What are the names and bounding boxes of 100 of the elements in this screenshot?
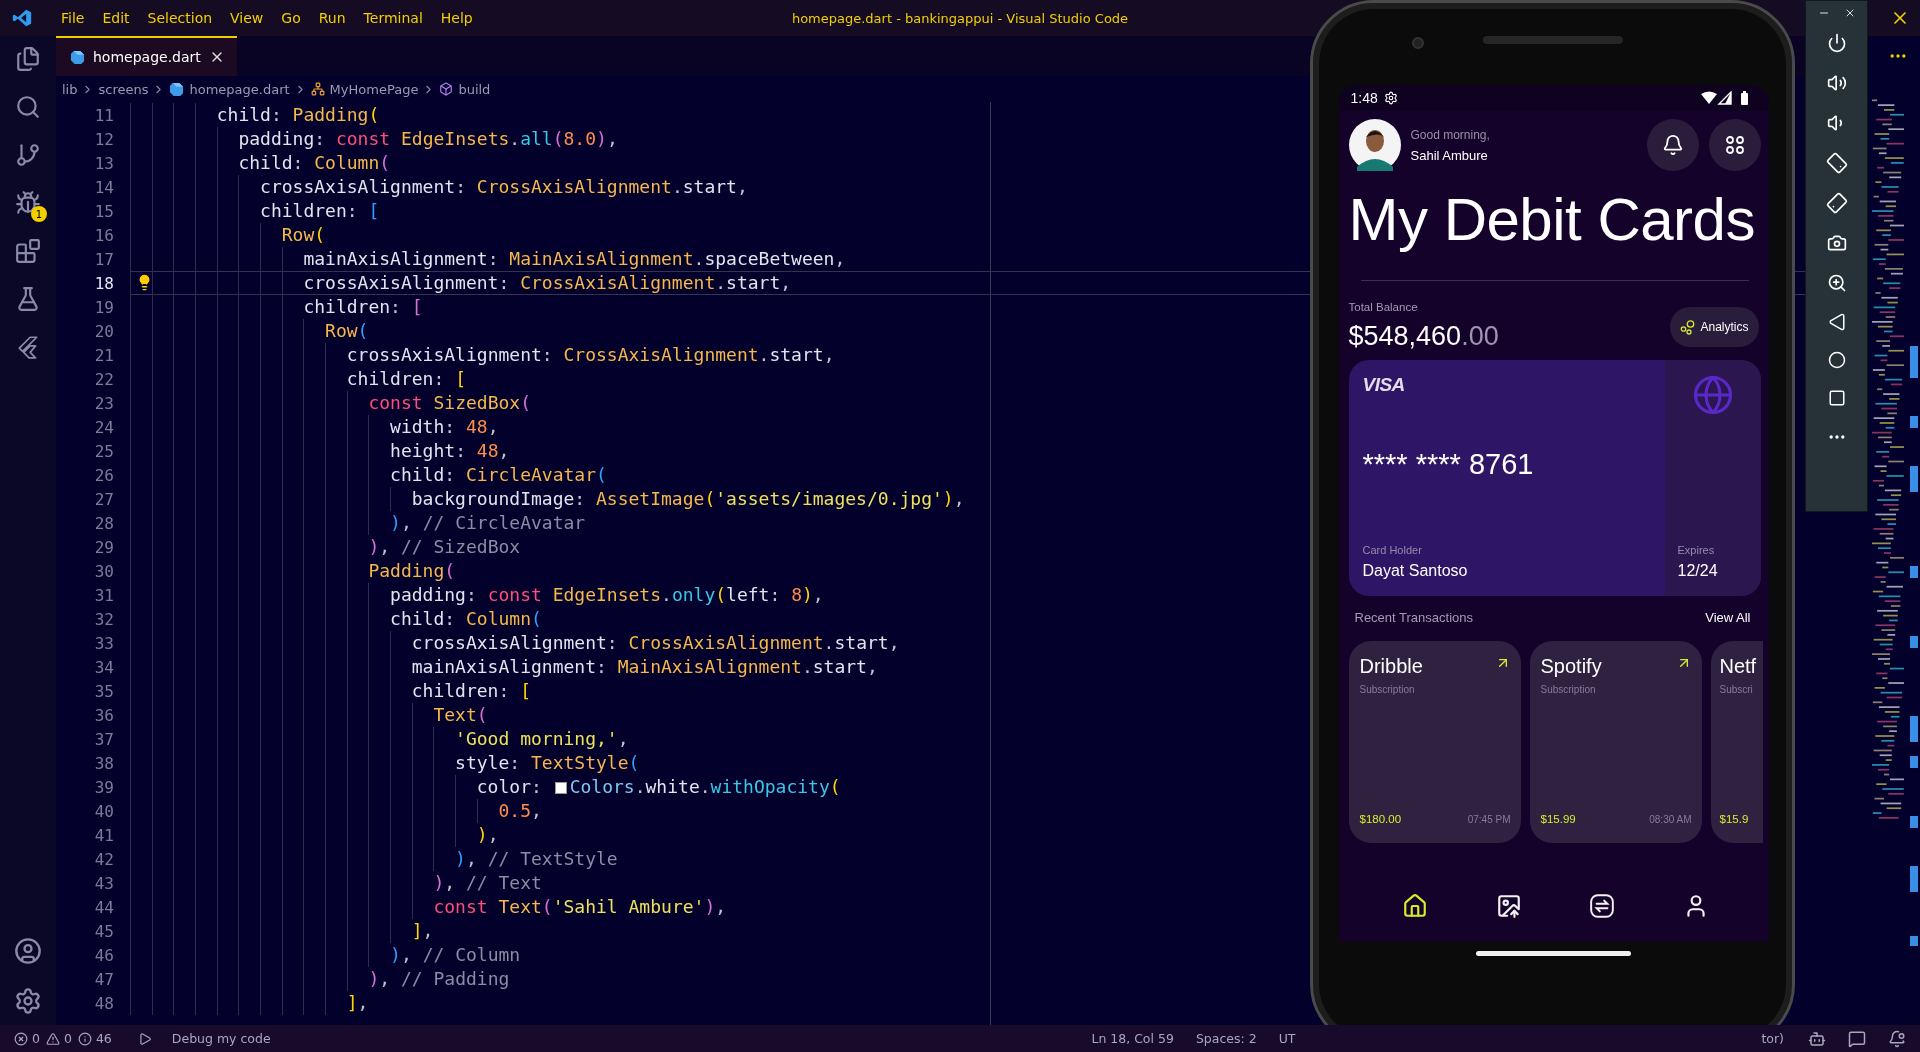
settings-icon[interactable] bbox=[14, 987, 42, 1015]
line-number: 28 bbox=[93, 513, 114, 533]
line-number: 32 bbox=[93, 609, 114, 629]
avatar bbox=[1348, 119, 1401, 171]
line-number: 34 bbox=[93, 657, 114, 677]
code-line: child: Column( bbox=[130, 607, 542, 631]
extensions-icon[interactable] bbox=[15, 238, 41, 264]
line-number: 16 bbox=[93, 225, 114, 245]
bell-icon bbox=[1661, 134, 1684, 156]
line-number: 35 bbox=[93, 681, 114, 701]
transaction-time: 08:30 AM bbox=[1649, 813, 1692, 825]
transaction-amount: $180.00 bbox=[1359, 813, 1402, 825]
menu-item[interactable]: Edit bbox=[93, 6, 139, 30]
card-holder-name: Dayat Santoso bbox=[1362, 562, 1469, 580]
transaction-name: Dribble bbox=[1359, 655, 1423, 678]
code-line: mainAxisAlignment: MainAxisAlignment.spaceBetween, bbox=[130, 247, 846, 271]
back-icon[interactable] bbox=[1827, 313, 1846, 331]
flask-icon[interactable] bbox=[15, 286, 41, 312]
overview-icon[interactable] bbox=[1827, 389, 1846, 407]
dart-file-icon bbox=[169, 81, 185, 97]
status-item[interactable]: Ln 18, Col 59 bbox=[1091, 1031, 1174, 1046]
home-icon[interactable] bbox=[1402, 893, 1429, 919]
balance-amount: $548,460.00 bbox=[1348, 321, 1499, 352]
search-icon[interactable] bbox=[15, 94, 41, 120]
status-item[interactable]: Debug my code bbox=[171, 1031, 271, 1046]
code-line: children: [ bbox=[130, 199, 380, 223]
info-count: 46 bbox=[95, 1031, 112, 1046]
analytics-button[interactable]: Analytics bbox=[1670, 306, 1759, 347]
view-all-link[interactable]: View All bbox=[1705, 610, 1751, 625]
breadcrumb-item[interactable]: homepage.dart bbox=[189, 81, 290, 97]
line-number: 12 bbox=[93, 129, 114, 149]
code-line: child: Padding( bbox=[130, 103, 380, 127]
line-number: 48 bbox=[93, 993, 114, 1013]
code-line: ), // Text bbox=[130, 871, 542, 895]
menu-item[interactable]: Help bbox=[431, 6, 482, 30]
menu-item[interactable]: Go bbox=[272, 6, 310, 30]
feedback-icon[interactable] bbox=[1848, 1029, 1866, 1048]
camera-icon[interactable] bbox=[1826, 233, 1847, 253]
breadcrumb-item[interactable]: MyHomePage bbox=[329, 81, 419, 97]
menu-item[interactable]: Run bbox=[309, 6, 355, 30]
vscode-logo-icon bbox=[12, 8, 32, 28]
transaction-card[interactable]: Netf Subscri $15.9 bbox=[1710, 641, 1763, 843]
transaction-card[interactable]: Spotify Subscription $15.99 08:30 AM bbox=[1529, 641, 1702, 843]
zoom-icon[interactable] bbox=[1826, 273, 1847, 293]
line-number: 14 bbox=[93, 177, 114, 197]
line-number: 18 bbox=[93, 273, 114, 293]
line-number: 30 bbox=[93, 561, 114, 581]
code-line: children: [ bbox=[130, 295, 423, 319]
code-line: crossAxisAlignment: CrossAxisAlignment.start, bbox=[130, 175, 748, 199]
line-number: 47 bbox=[93, 969, 114, 989]
breadcrumb-item[interactable]: lib bbox=[62, 81, 78, 97]
files-icon[interactable] bbox=[15, 46, 41, 72]
volume-up-icon[interactable] bbox=[1826, 73, 1847, 93]
code-line: child: CircleAvatar( bbox=[130, 463, 607, 487]
greeting: Good morning, bbox=[1410, 127, 1491, 142]
account-icon[interactable] bbox=[14, 937, 42, 965]
globe-icon bbox=[1691, 374, 1734, 416]
transfer-icon[interactable] bbox=[1589, 893, 1616, 919]
camera-lens bbox=[1412, 37, 1424, 49]
copilot-icon[interactable] bbox=[1808, 1029, 1826, 1048]
code-line: ), // CircleAvatar bbox=[130, 511, 586, 535]
source-control-icon[interactable] bbox=[15, 142, 41, 168]
warning-icon bbox=[45, 1031, 60, 1046]
code-line: mainAxisAlignment: MainAxisAlignment.start, bbox=[130, 655, 878, 679]
power-icon[interactable] bbox=[1826, 33, 1847, 53]
line-number: 27 bbox=[93, 489, 114, 509]
error-count: 0 bbox=[32, 1031, 40, 1046]
notification-badge: 1 bbox=[31, 206, 47, 222]
breadcrumb-item[interactable]: build bbox=[458, 81, 491, 97]
status-item[interactable]: tor) bbox=[1761, 1031, 1784, 1046]
transaction-time: 07:45 PM bbox=[1467, 813, 1511, 825]
status-item[interactable]: UT bbox=[1278, 1031, 1296, 1046]
home-icon[interactable] bbox=[1827, 351, 1846, 369]
code-line: ), // Padding bbox=[130, 967, 510, 991]
notifications-icon[interactable] bbox=[1888, 1029, 1906, 1048]
gear-icon bbox=[1383, 91, 1398, 105]
menu-item[interactable]: Selection bbox=[138, 6, 222, 30]
transaction-name: Netf bbox=[1719, 655, 1757, 678]
line-number: 24 bbox=[93, 417, 114, 437]
image-upload-icon[interactable] bbox=[1495, 893, 1522, 919]
transaction-name: Spotify bbox=[1540, 655, 1602, 678]
warning-count: 0 bbox=[63, 1031, 72, 1046]
transaction-amount: $15.99 bbox=[1540, 813, 1576, 825]
menu-item[interactable]: View bbox=[221, 6, 273, 30]
line-number: 13 bbox=[93, 153, 114, 173]
code-line: const SizedBox( bbox=[130, 391, 531, 415]
line-number: 45 bbox=[93, 921, 114, 941]
transaction-card[interactable]: Dribble Subscription $180.00 07:45 PM bbox=[1348, 641, 1521, 843]
run-debug-icon[interactable] bbox=[15, 190, 41, 216]
class-icon bbox=[310, 82, 325, 96]
editor-tab[interactable]: homepage.dart bbox=[56, 36, 237, 76]
section-title: Recent Transactions bbox=[1354, 610, 1473, 625]
debug-icon[interactable] bbox=[137, 1031, 152, 1046]
status-item[interactable]: Spaces: 2 bbox=[1195, 1031, 1257, 1046]
cube-icon bbox=[439, 82, 454, 96]
breadcrumb-item[interactable]: screens bbox=[98, 81, 149, 97]
code-line: ), // SizedBox bbox=[130, 535, 521, 559]
menu-item[interactable]: File bbox=[52, 6, 94, 30]
status-time: 1:48 bbox=[1350, 90, 1378, 106]
menu-item[interactable]: Terminal bbox=[354, 6, 432, 30]
